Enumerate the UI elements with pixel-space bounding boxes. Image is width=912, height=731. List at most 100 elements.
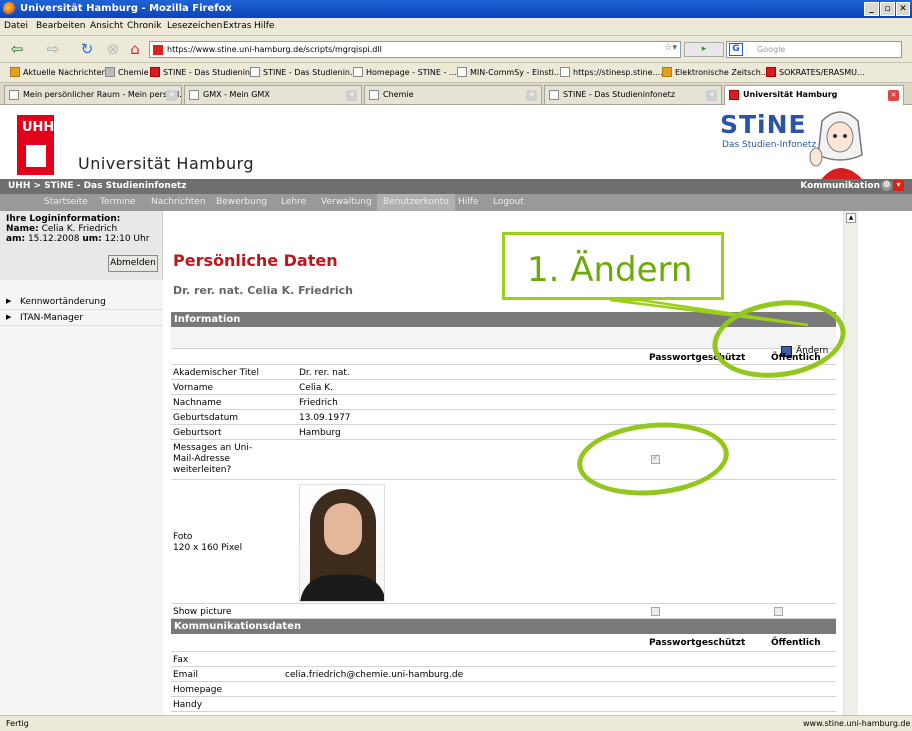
window-titlebar: Universität Hamburg - Mozilla Firefox _ … <box>0 0 912 18</box>
bookmark-item[interactable]: STINE - Das Studienin... <box>250 67 358 77</box>
nav-verwaltung[interactable]: Verwaltung <box>321 197 372 207</box>
callout-annotation: 1. Ändern <box>502 232 724 300</box>
col-passwortgeschuetzt: Passwortgeschützt <box>649 638 746 648</box>
page-icon <box>549 90 559 100</box>
url-text: https://www.stine.uni-hamburg.de/scripts… <box>167 45 382 54</box>
tab-close-icon[interactable]: ✕ <box>346 90 357 101</box>
reload-icon[interactable]: ↻ <box>76 40 98 58</box>
tab-close-icon[interactable]: ✕ <box>888 90 899 101</box>
bookmark-item[interactable]: Aktuelle Nachrichten <box>10 67 107 77</box>
table-row: Email celia.friedrich@chemie.uni-hamburg.… <box>171 667 836 682</box>
tab-mein-raum[interactable]: Mein persönlicher Raum - Mein persönl...… <box>4 85 182 104</box>
table-row: Fax <box>171 652 836 667</box>
menu-hilfe[interactable]: Hilfe <box>254 21 274 31</box>
column-header-row: Passwortgeschützt Öffentlich <box>171 634 836 652</box>
back-icon[interactable]: ⇦ <box>6 40 28 58</box>
abmelden-button[interactable]: Abmelden <box>108 255 158 272</box>
nav-bewerbung[interactable]: Bewerbung <box>216 197 267 207</box>
navigation-toolbar: ⇦ ⇨ ↻ ⊗ ⌂ https://www.stine.uni-hamburg.… <box>0 36 912 63</box>
home-icon[interactable]: ⌂ <box>126 40 144 58</box>
folder-icon <box>369 90 379 100</box>
scroll-up-icon[interactable]: ▲ <box>846 213 856 223</box>
menu-datei[interactable]: Datei <box>4 21 28 31</box>
photo-row: Foto 120 x 160 Pixel <box>171 480 836 604</box>
stop-icon[interactable]: ⊗ <box>104 40 122 58</box>
uhh-logo[interactable]: UHH <box>17 115 54 175</box>
show-picture-row: Show picture <box>171 604 836 619</box>
bookmark-item[interactable]: Chemie <box>105 67 149 77</box>
gmx-icon <box>189 90 199 100</box>
kommunikation-link[interactable]: Kommunikation <box>800 181 880 191</box>
page-content: UHH Universität Hamburg STiNE Das Studie… <box>0 105 912 715</box>
nav-logout[interactable]: Logout <box>493 197 524 207</box>
status-text: Fertig <box>6 719 29 728</box>
journal-icon <box>662 67 672 77</box>
sokrates-icon <box>766 67 776 77</box>
university-name: Universität Hamburg <box>78 154 255 173</box>
menu-bar: Datei Bearbeiten Ansicht Chronik Lesezei… <box>0 18 912 36</box>
window-title: Universität Hamburg - Mozilla Firefox <box>20 3 232 14</box>
folder-icon <box>105 67 115 77</box>
menu-bearbeiten[interactable]: Bearbeiten <box>36 21 85 31</box>
page-icon <box>9 90 19 100</box>
messages-row: Messages an Uni-Mail-Adresse weiterleite… <box>171 440 836 480</box>
bookmark-item[interactable]: Elektronische Zeitsch... <box>662 67 768 77</box>
table-row: Handy <box>171 697 836 712</box>
google-icon[interactable]: G <box>729 43 743 56</box>
bookmark-item[interactable]: Homepage - STINE - ... <box>353 67 457 77</box>
menu-chronik[interactable]: Chronik <box>127 21 161 31</box>
nav-benutzerkonto[interactable]: Benutzerkonto <box>377 194 455 211</box>
breadcrumb[interactable]: UHH > STiNE - Das Studieninfonetz <box>8 181 186 191</box>
page-title: Persönliche Daten <box>173 251 338 270</box>
nav-termine[interactable]: Termine <box>100 197 136 207</box>
tab-universitaet-hamburg[interactable]: Universität Hamburg ✕ <box>724 85 904 105</box>
address-bar[interactable]: https://www.stine.uni-hamburg.de/scripts… <box>149 41 681 58</box>
tab-chemie[interactable]: Chemie ✕ <box>364 85 542 104</box>
go-button[interactable]: ▸ <box>684 42 724 57</box>
login-name-line: Name: Celia K. Friedrich <box>6 224 118 234</box>
page-subtitle: Dr. rer. nat. Celia K. Friedrich <box>173 284 354 297</box>
table-row: Geburtsdatum 13.09.1977 <box>171 410 836 425</box>
menu-lesezeichen[interactable]: Lesezeichen <box>167 21 222 31</box>
maximize-button[interactable]: ▫ <box>880 2 895 16</box>
site-identity-icon[interactable] <box>153 45 163 55</box>
nav-startseite[interactable]: Startseite <box>44 197 88 207</box>
forward-icon[interactable]: ⇨ <box>42 40 64 58</box>
tab-close-icon[interactable]: ✕ <box>526 90 537 101</box>
table-row: Vorname Celia K. <box>171 380 836 395</box>
uhh-icon <box>729 90 739 100</box>
nav-nachrichten[interactable]: Nachrichten <box>151 197 206 207</box>
bookmark-item[interactable]: MIN-CommSy - Einsti... <box>457 67 562 77</box>
show-picture-public-checkbox[interactable] <box>774 607 783 616</box>
bookmark-item[interactable]: https://stinesp.stine.... <box>560 67 663 77</box>
chevron-right-icon: ▶ <box>6 313 12 321</box>
minimize-button[interactable]: _ <box>864 2 879 16</box>
tab-close-icon[interactable]: ✕ <box>706 90 717 101</box>
sidebar-item-itan-manager[interactable]: ▶ ITAN-Manager <box>0 310 163 326</box>
nav-lehre[interactable]: Lehre <box>281 197 306 207</box>
close-button[interactable]: ✕ <box>896 2 910 16</box>
left-sidebar <box>0 280 163 715</box>
table-row: Geburtsort Hamburg <box>171 425 836 440</box>
tab-stine[interactable]: STINE - Das Studieninfonetz ✕ <box>544 85 722 104</box>
tab-gmx[interactable]: GMX - Mein GMX ✕ <box>184 85 362 104</box>
bookmark-item[interactable]: STINE - Das Studienin... <box>150 67 258 77</box>
bookmark-item[interactable]: SOKRATES/ERASMU... <box>766 67 865 77</box>
show-picture-protected-checkbox[interactable] <box>651 607 660 616</box>
login-info-title: Ihre Logininformation: <box>6 214 121 224</box>
sidebar-item-kennwortaenderung[interactable]: ▶ Kennwortänderung <box>0 294 163 310</box>
tab-close-icon[interactable]: ✕ <box>166 90 177 101</box>
stine-logo[interactable]: STiNE <box>720 110 807 139</box>
page-scrollbar[interactable]: ▲ <box>843 211 858 715</box>
login-date-line: am: 15.12.2008 um: 12:10 Uhr <box>6 234 150 244</box>
collapse-icon[interactable]: ▾ <box>893 180 904 191</box>
firefox-icon <box>3 2 16 15</box>
bookmark-star-icon[interactable]: ☆▾ <box>664 43 677 53</box>
search-box[interactable]: G Google <box>726 41 902 58</box>
nav-hilfe[interactable]: Hilfe <box>458 197 478 207</box>
menu-ansicht[interactable]: Ansicht <box>90 21 123 31</box>
section-kommunikation-header: Kommunikationsdaten <box>171 619 836 634</box>
menu-extras[interactable]: Extras <box>223 21 251 31</box>
page-icon <box>353 67 363 77</box>
expand-icon[interactable]: ⊕ <box>881 180 892 191</box>
